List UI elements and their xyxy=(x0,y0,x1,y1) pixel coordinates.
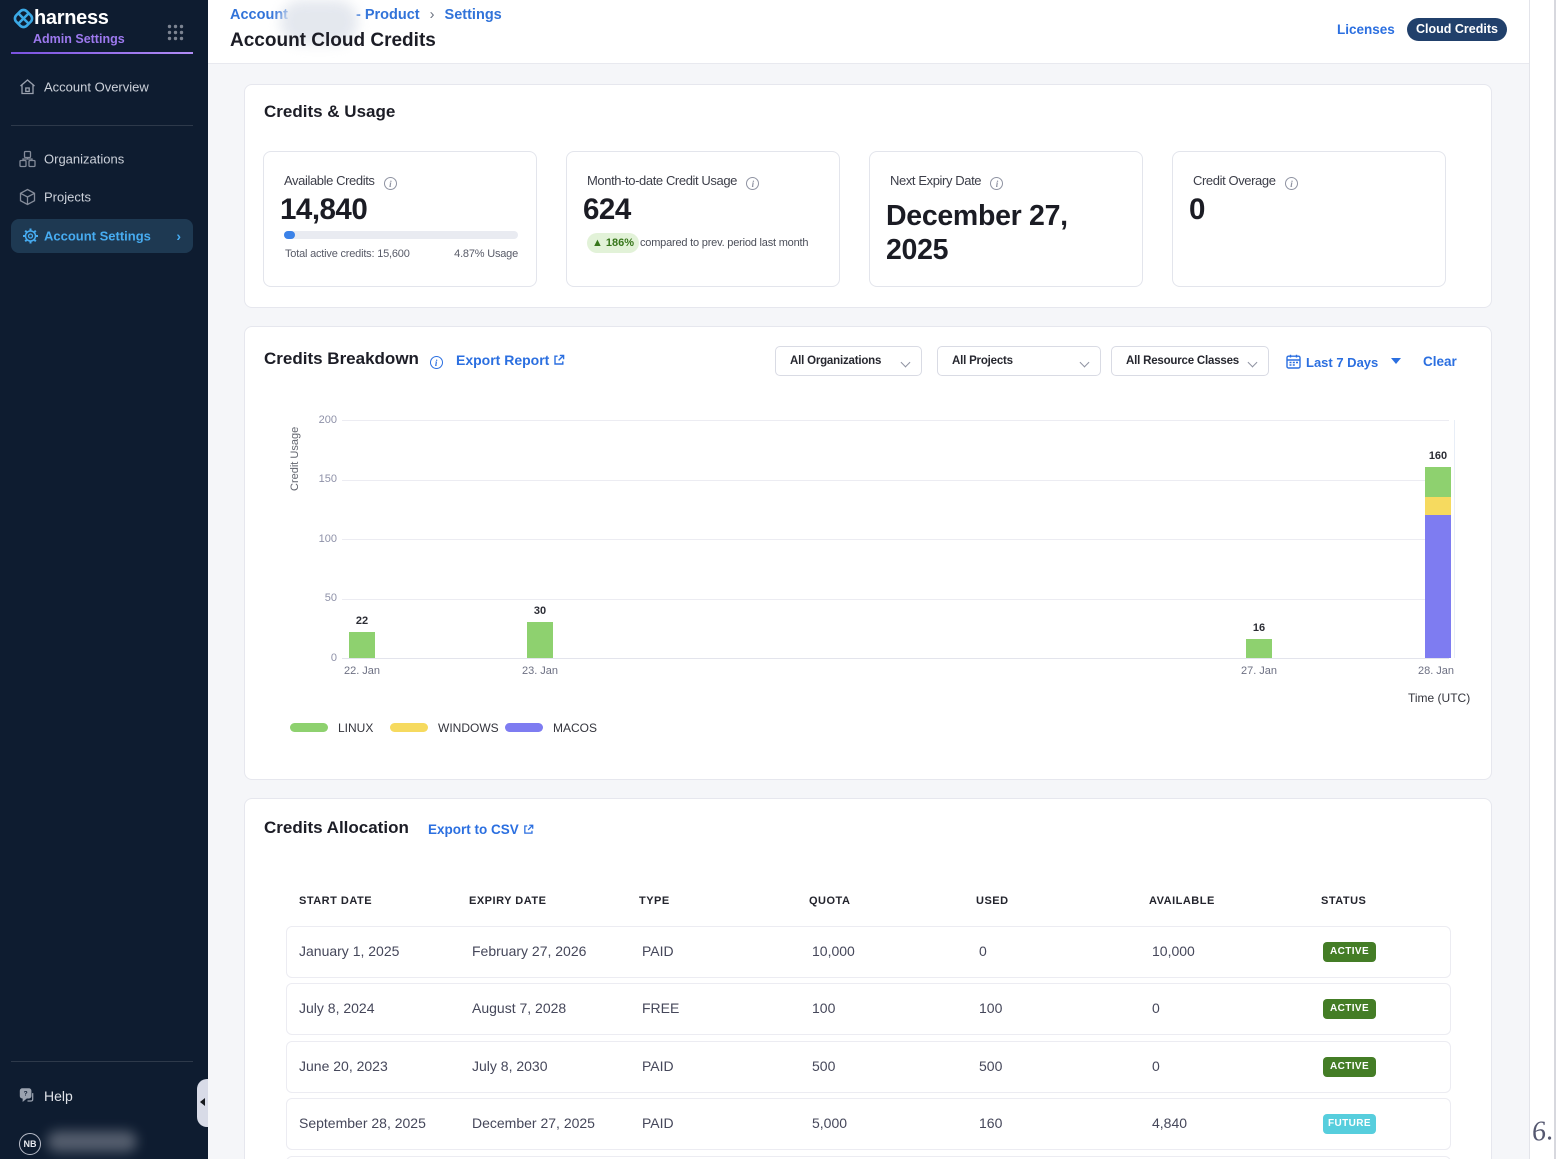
svg-text:?: ? xyxy=(24,1091,28,1098)
